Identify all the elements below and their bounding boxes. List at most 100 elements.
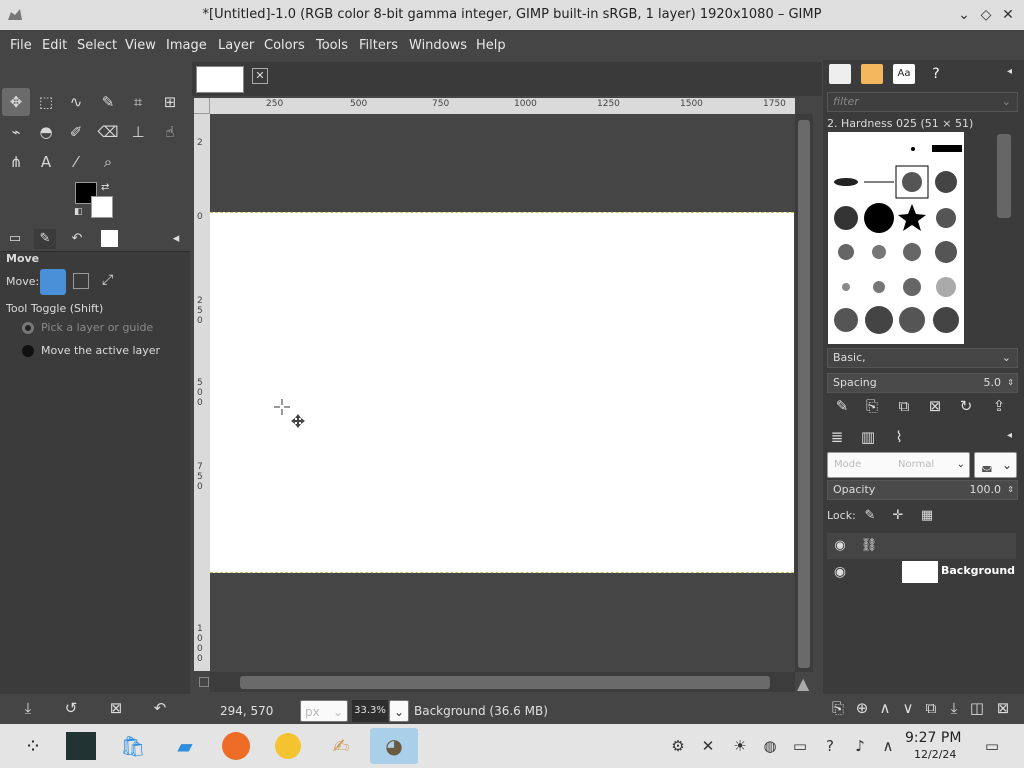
bucket-fill-tool-icon[interactable]: ◓ [32,118,60,146]
brushes-tab-icon[interactable] [829,64,851,84]
clock-date[interactable]: 12/2/24 [914,748,956,761]
lower-layer-icon[interactable]: ∨ [897,697,919,719]
brush-grid[interactable] [828,132,964,344]
delete-tool-preset-icon[interactable]: ⊠ [105,697,127,719]
composite-mode-select[interactable]: ◛ ⌄ [974,452,1017,478]
rect-select-tool-icon[interactable]: ⬚ [32,88,60,116]
layer-row[interactable]: ◉ Background [827,559,1016,585]
channels-tab-icon[interactable]: ▥ [857,426,879,448]
zoom-field[interactable]: 33.3% [352,700,388,722]
close-button[interactable]: ✕ [998,5,1018,25]
system-settings-icon[interactable] [62,728,100,764]
help-tab-icon[interactable]: ? [925,64,947,84]
duplicate-brush-icon[interactable]: ⧉ [893,395,915,417]
minimize-button[interactable]: ⌄ [954,5,974,25]
new-brush-icon[interactable]: ⎘ [861,395,883,417]
configure-layers-tab-icon[interactable]: ◂ [1007,430,1012,441]
clock-time[interactable]: 9:27 PM [905,730,961,746]
move-layer-mode-icon[interactable] [40,269,66,295]
file-manager-icon[interactable]: ▰ [166,728,204,764]
menu-help[interactable]: Help [476,38,506,53]
zoom-dropdown-chevron-icon[interactable]: ⌄ [389,700,409,722]
zoom-tool-icon[interactable]: ⌕ [94,148,122,176]
swap-colors-icon[interactable]: ⇄ [101,182,109,193]
new-layer-group-icon[interactable]: ⊕ [851,697,873,719]
display-tray-icon[interactable]: ▭ [790,736,810,756]
paths-tool-icon[interactable]: ⋔ [2,148,30,176]
horizontal-scrollbar[interactable] [210,672,795,692]
unit-select[interactable]: px ⌄ [300,700,348,722]
raise-layer-icon[interactable]: ∧ [874,697,896,719]
delete-brush-icon[interactable]: ⊠ [924,395,946,417]
vertical-scrollbar[interactable] [795,114,813,672]
default-colors-icon[interactable]: ◧ [74,207,83,217]
device-status-tab-icon[interactable]: ✎ [34,229,56,249]
menu-colors[interactable]: Colors [264,38,305,53]
paths-tab-icon[interactable]: ⌇ [888,426,910,448]
layers-tab-icon[interactable]: ≣ [826,426,848,448]
tool-options-tab-icon[interactable]: ▭ [4,229,26,249]
lock-pixels-icon[interactable]: ✎ [859,505,881,527]
image-tab-thumbnail[interactable] [196,66,244,93]
opacity-slider[interactable]: Opacity 100.0 ⇕ [827,480,1018,500]
mute-tray-icon[interactable]: ✕ [698,736,718,756]
new-layer-icon[interactable]: ⎘ [827,697,849,719]
layer-visibility-eye-icon[interactable]: ◉ [829,561,851,583]
move-active-layer-radio[interactable] [22,345,34,357]
help-tray-icon[interactable]: ? [820,736,840,756]
steam-game-icon[interactable] [270,728,308,764]
move-tool-icon[interactable]: ✥ [2,88,30,116]
smudge-tool-icon[interactable]: ☝ [156,118,184,146]
crop-tool-icon[interactable]: ⌗ [124,88,152,116]
brightness-tray-icon[interactable]: ☀ [730,736,750,756]
images-tab-icon[interactable] [101,230,118,247]
spacing-slider[interactable]: Spacing 5.0 ⇕ [827,373,1018,393]
navigate-image-icon[interactable]: ▲ [797,674,809,693]
lock-position-icon[interactable]: ✛ [887,505,909,527]
free-select-tool-icon[interactable]: ∿ [62,88,90,116]
brush-preset-select[interactable]: Basic, ⌄ [827,348,1018,368]
firefox-icon[interactable] [218,728,256,764]
eraser-tool-icon[interactable]: ⌫ [94,118,122,146]
undo-history-tab-icon[interactable]: ↶ [66,229,88,249]
fuzzy-select-tool-icon[interactable]: ✎ [94,88,122,116]
patterns-tab-icon[interactable] [861,64,883,84]
image-canvas[interactable] [210,212,794,573]
expand-tray-icon[interactable]: ∧ [878,736,898,756]
save-tool-preset-icon[interactable]: ⤓ [17,697,39,719]
background-color-swatch[interactable] [91,196,113,218]
layer-name[interactable]: Background [941,564,1015,577]
edit-brush-icon[interactable]: ✎ [831,395,853,417]
clone-tool-icon[interactable]: ⊥ [124,118,152,146]
network-tray-icon[interactable]: ◍ [760,736,780,756]
open-brush-as-image-icon[interactable]: ⇪ [988,395,1010,417]
layer-mode-select[interactable]: Mode Normal ⌄ [827,452,970,478]
volume-tray-icon[interactable]: ♪ [850,736,870,756]
menu-windows[interactable]: Windows [409,38,467,53]
brush-filter-input[interactable]: filter ⌄ [827,92,1018,112]
merge-layer-icon[interactable]: ⤓ [943,697,965,719]
menu-view[interactable]: View [125,38,156,53]
restore-tool-preset-icon[interactable]: ↺ [60,697,82,719]
app-launcher-icon[interactable]: ⁘ [14,728,52,764]
gimp-taskbar-icon[interactable]: ◕ [370,728,418,764]
menu-file[interactable]: File [10,38,32,53]
fonts-tab-icon[interactable]: Aa [893,64,915,84]
close-image-tab-icon[interactable]: ✕ [252,68,268,84]
settings-tray-icon[interactable]: ⚙ [668,736,688,756]
move-selection-mode-icon[interactable] [73,273,89,289]
text-tool-icon[interactable]: A [32,148,60,176]
brush-grid-scrollbar[interactable] [967,132,1017,344]
move-path-mode-icon[interactable]: ⤢ [102,272,113,288]
discover-store-icon[interactable]: 🛍 [114,728,152,764]
lock-alpha-icon[interactable]: ▦ [916,505,938,527]
pick-layer-radio[interactable] [22,322,34,334]
configure-brushes-tab-icon[interactable]: ◂ [1007,66,1012,77]
delete-layer-icon[interactable]: ⊠ [992,697,1014,719]
warp-tool-icon[interactable]: ⌁ [2,118,30,146]
menu-layer[interactable]: Layer [218,38,254,53]
reset-tool-options-icon[interactable]: ↶ [149,697,171,719]
color-picker-tool-icon[interactable]: ⁄ [62,148,90,176]
show-desktop-icon[interactable]: ▭ [982,736,1002,756]
toggle-quick-mask-icon[interactable] [199,677,209,687]
